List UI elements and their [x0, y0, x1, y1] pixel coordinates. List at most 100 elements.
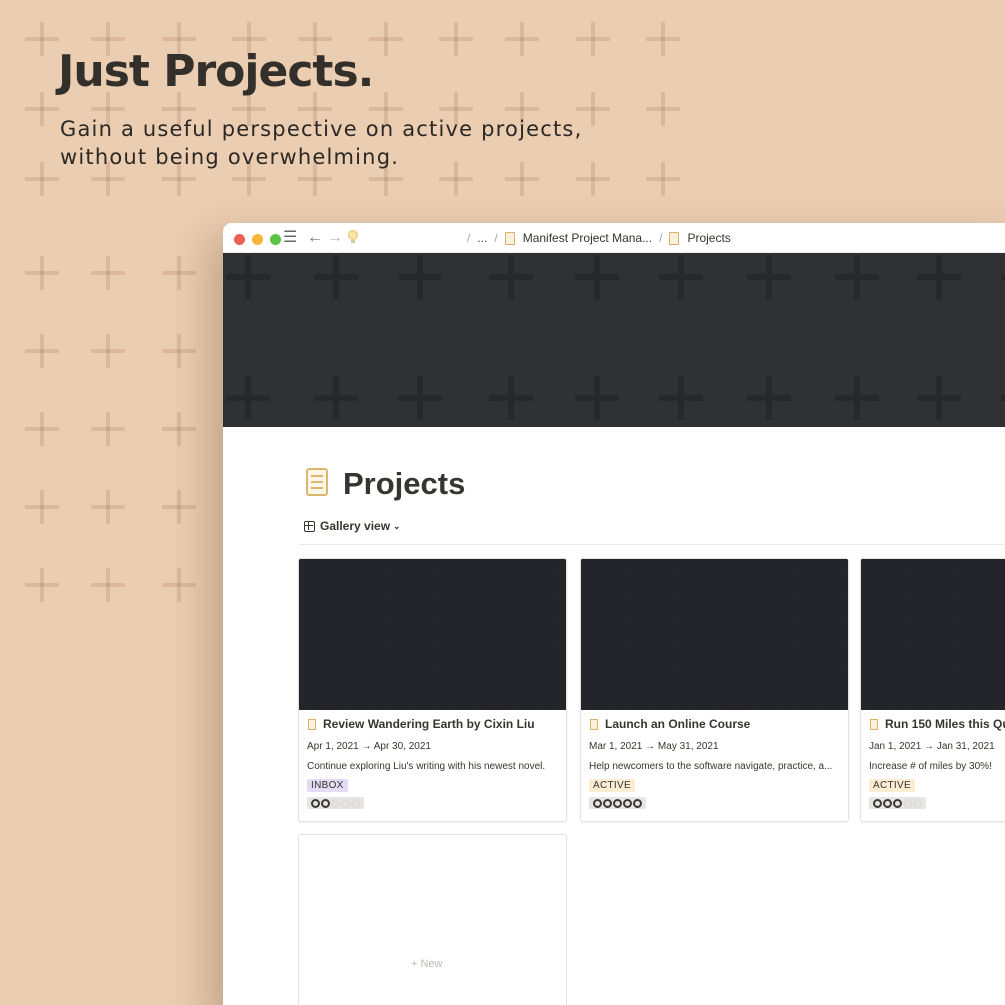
plus-decoration: [322, 613, 334, 625]
card-title: Review Wandering Earth by Cixin Liu: [308, 717, 535, 731]
plus-decoration: [835, 659, 847, 671]
hero-subtitle-line: Gain a useful perspective on active proj…: [60, 117, 583, 141]
plus-decoration: [863, 705, 875, 710]
plus-decoration: [989, 613, 1001, 625]
plus-decoration: [322, 659, 334, 671]
plus-decoration: [884, 636, 896, 648]
card-cover: [861, 559, 1005, 710]
plus-decoration: [646, 590, 658, 602]
plus-decoration: [604, 590, 616, 602]
card-description: Continue exploring Liu's writing with hi…: [307, 761, 546, 772]
plus-decoration: [553, 682, 565, 694]
plus-decoration: [926, 613, 938, 625]
plus-decoration: [835, 613, 847, 625]
plus-decoration: [709, 636, 721, 648]
project-card[interactable]: Run 150 Miles this Qua Jan 1, 2021 → Jan …: [860, 558, 1005, 822]
plus-decoration: [793, 659, 805, 671]
plus-decoration: [427, 590, 439, 602]
plus-decoration: [406, 590, 418, 602]
plus-decoration: [926, 590, 938, 602]
plus-decoration: [301, 659, 313, 671]
breadcrumb-workspace[interactable]: Manifest Project Mana...: [523, 231, 652, 245]
back-arrow-icon[interactable]: ←: [307, 229, 323, 247]
page-title: Projects: [343, 466, 466, 501]
plus-decoration: [968, 705, 980, 710]
plus-decoration: [226, 255, 270, 299]
plus-decoration: [688, 567, 700, 579]
plus-decoration: [917, 376, 961, 420]
card-title: Launch an Online Course: [590, 717, 750, 731]
plus-decoration: [364, 567, 376, 579]
checklist-icon[interactable]: [306, 468, 328, 496]
plus-decoration: [835, 705, 847, 710]
plus-decoration: [884, 705, 896, 710]
new-card-button[interactable]: + New: [298, 834, 567, 1005]
plus-decoration: [751, 590, 763, 602]
plus-decoration: [863, 613, 875, 625]
plus-decoration: [835, 636, 847, 648]
plus-decoration: [490, 636, 502, 648]
gallery-view-dropdown[interactable]: Gallery view ⌄: [304, 519, 401, 533]
plus-decoration: [427, 682, 439, 694]
plus-decoration: [532, 613, 544, 625]
breadcrumb-current[interactable]: Projects: [687, 231, 730, 245]
plus-decoration: [385, 682, 397, 694]
plus-decoration: [427, 613, 439, 625]
plus-decoration: [751, 613, 763, 625]
plus-decoration: [343, 659, 355, 671]
project-card[interactable]: Launch an Online Course Mar 1, 2021 → May…: [580, 558, 849, 822]
plus-decoration: [369, 22, 403, 56]
status-badge: INBOX: [307, 779, 348, 792]
page-icon: [669, 231, 680, 245]
plus-decoration: [947, 705, 959, 710]
rating-circle-icon: [883, 798, 892, 808]
rating-circle-icon: [903, 798, 912, 808]
plus-decoration: [583, 705, 595, 710]
close-window-button[interactable]: [234, 234, 245, 245]
plus-decoration: [747, 255, 791, 299]
plus-decoration: [835, 590, 847, 602]
plus-decoration: [532, 567, 544, 579]
hero-subtitle-line: without being overwhelming.: [60, 145, 400, 169]
plus-decoration: [532, 636, 544, 648]
plus-decoration: [553, 705, 565, 710]
rating-indicator: [589, 797, 646, 809]
plus-decoration: [511, 636, 523, 648]
plus-decoration: [989, 705, 1001, 710]
plus-decoration: [709, 567, 721, 579]
plus-decoration: [688, 659, 700, 671]
plus-decoration: [772, 613, 784, 625]
plus-decoration: [793, 590, 805, 602]
plus-decoration: [917, 255, 961, 299]
plus-decoration: [947, 613, 959, 625]
plus-decoration: [489, 376, 533, 420]
plus-decoration: [25, 490, 59, 524]
plus-decoration: [625, 705, 637, 710]
forward-arrow-icon[interactable]: →: [327, 229, 343, 247]
plus-decoration: [314, 255, 358, 299]
plus-decoration: [398, 376, 442, 420]
breadcrumb: / ... / Manifest Project Mana... / Proje…: [460, 231, 731, 245]
menu-icon[interactable]: ☰: [283, 229, 297, 247]
bulb-icon[interactable]: [347, 229, 359, 249]
plus-decoration: [814, 613, 826, 625]
plus-decoration: [406, 682, 418, 694]
plus-decoration: [583, 567, 595, 579]
plus-decoration: [905, 613, 917, 625]
plus-decoration: [947, 567, 959, 579]
maximize-window-button[interactable]: [270, 234, 281, 245]
plus-decoration: [490, 659, 502, 671]
plus-decoration: [926, 636, 938, 648]
plus-decoration: [576, 22, 610, 56]
breadcrumb-ellipsis[interactable]: ...: [477, 231, 487, 245]
app-window: ☰ ← → / ... / Manifest Project Mana... /…: [223, 223, 1005, 1005]
plus-decoration: [314, 376, 358, 420]
project-card[interactable]: Review Wandering Earth by Cixin Liu Apr 1…: [298, 558, 567, 822]
plus-decoration: [583, 659, 595, 671]
plus-decoration: [385, 705, 397, 710]
minimize-window-button[interactable]: [252, 234, 263, 245]
chevron-down-icon: ⌄: [393, 520, 401, 531]
plus-decoration: [511, 705, 523, 710]
plus-decoration: [490, 613, 502, 625]
plus-decoration: [162, 412, 196, 446]
